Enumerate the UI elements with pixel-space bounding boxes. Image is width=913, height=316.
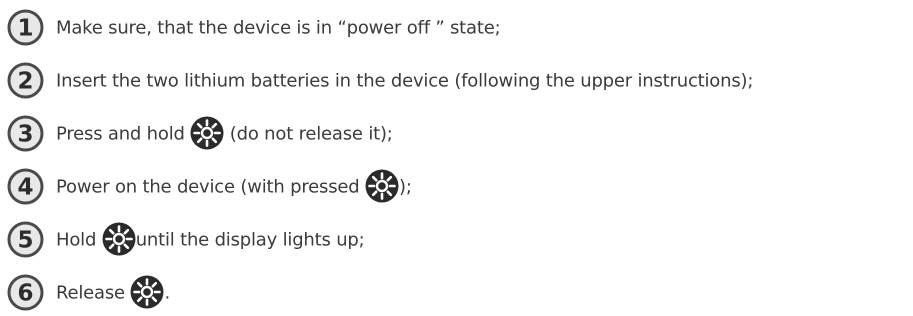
step-2-text: Insert the two lithium batteries in the … xyxy=(56,62,753,99)
svg-text:1: 1 xyxy=(17,16,33,42)
step-6-text-part: Release xyxy=(56,282,131,304)
step-2-text-part: Insert the two lithium batteries in the … xyxy=(56,70,754,92)
svg-text:5: 5 xyxy=(17,228,33,254)
instruction-steps: 1 Make sure, that the device is in “powe… xyxy=(7,9,912,311)
step-3-text-part: (do not release it); xyxy=(224,123,393,145)
step-4: 4 Power on the device (with pressed ); xyxy=(7,168,912,205)
step-6-number-icon: 6 xyxy=(7,274,44,311)
step-1: 1 Make sure, that the device is in “powe… xyxy=(7,9,912,46)
step-4-text-part: ); xyxy=(399,176,412,198)
step-6: 6 Release . xyxy=(7,274,912,311)
sun-button-icon xyxy=(130,275,164,309)
sun-button-icon xyxy=(190,116,224,150)
step-3-text-part: Press and hold xyxy=(56,123,191,145)
svg-text:4: 4 xyxy=(17,175,33,201)
step-5: 5 Hold until the display lights up; xyxy=(7,221,912,258)
step-6-text-part: . xyxy=(164,282,170,304)
step-4-text: Power on the device (with pressed ); xyxy=(56,168,412,205)
step-4-text-part: Power on the device (with pressed xyxy=(56,176,366,198)
sun-button-icon xyxy=(102,222,136,256)
step-2-number-icon: 2 xyxy=(7,62,44,99)
step-5-text-part: until the display lights up; xyxy=(135,229,365,251)
step-4-number-icon: 4 xyxy=(7,168,44,205)
sun-button-icon xyxy=(365,169,399,203)
step-5-text: Hold until the display lights up; xyxy=(56,221,365,258)
svg-text:2: 2 xyxy=(17,69,33,95)
step-1-text-part: Make sure, that the device is in “power … xyxy=(56,17,501,39)
step-1-number-icon: 1 xyxy=(7,9,44,46)
svg-text:3: 3 xyxy=(17,122,33,148)
step-6-text: Release . xyxy=(56,274,170,311)
step-3: 3 Press and hold (do not release it); xyxy=(7,115,912,152)
step-3-number-icon: 3 xyxy=(7,115,44,152)
step-1-text: Make sure, that the device is in “power … xyxy=(56,9,501,46)
svg-text:6: 6 xyxy=(17,281,33,307)
step-2: 2 Insert the two lithium batteries in th… xyxy=(7,62,912,99)
step-5-text-part: Hold xyxy=(56,229,102,251)
step-3-text: Press and hold (do not release it); xyxy=(56,115,393,152)
step-5-number-icon: 5 xyxy=(7,221,44,258)
